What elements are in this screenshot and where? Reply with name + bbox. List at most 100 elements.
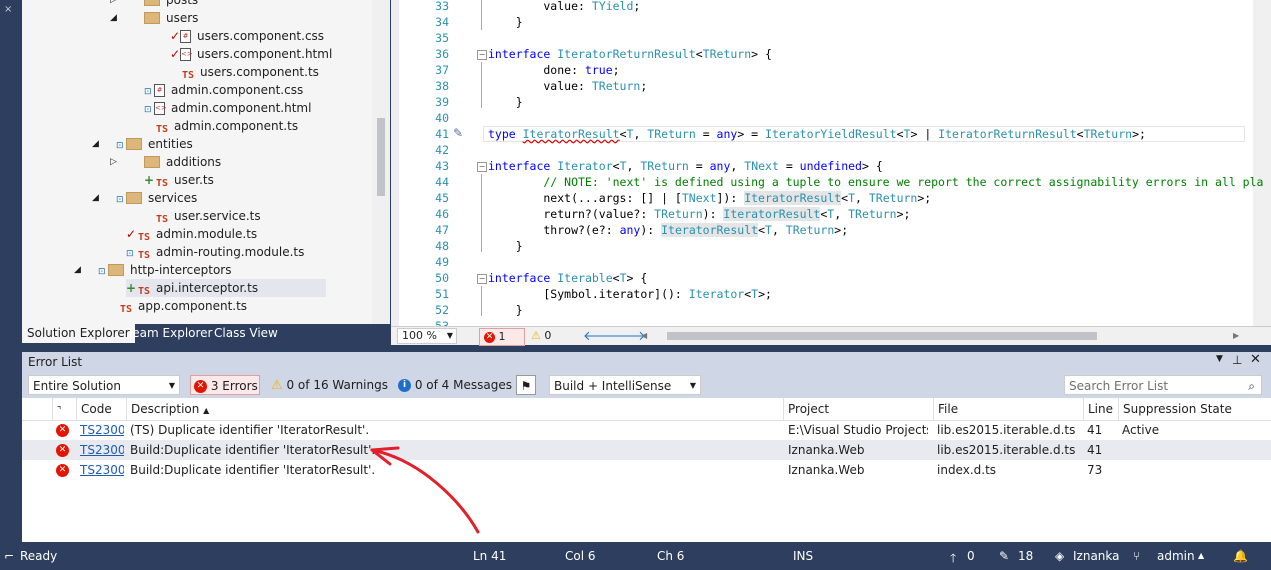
line-number[interactable]: 45 [411,190,449,206]
close-icon[interactable]: × [4,4,12,15]
typescript-file-icon[interactable]: TS [136,247,152,261]
line-number[interactable]: 44 [411,174,449,190]
tree-item[interactable]: ◢ ⊡ http-interceptors [74,261,232,281]
line-number[interactable]: 50 [411,270,449,286]
error-count-indicator[interactable]: ✕ 1 [479,328,525,346]
tree-item-label[interactable]: user.ts [174,173,214,187]
line-number[interactable]: 53 [411,318,449,326]
scope-dropdown[interactable]: Entire Solution ▼ [28,375,180,395]
lock-icon[interactable]: ⊡ [98,263,108,281]
tree-item-label[interactable]: entities [148,137,193,151]
code-editor[interactable]: 33 value: TYield; 34 } 35 36 interface Itera… [391,0,1271,326]
tree-item[interactable]: TS admin.component.ts [144,117,298,135]
solution-explorer-scrollbar[interactable] [372,0,390,324]
column-project[interactable]: Project [783,398,932,420]
tree-item[interactable]: TS app.component.ts [108,297,247,315]
tree-item-label[interactable]: admin.module.ts [156,227,257,241]
tree-item-label[interactable]: users.component.css [197,29,324,43]
tree-item[interactable]: ✓<> users.component.html [170,45,332,63]
tab-team-explorer[interactable]: Team Explorer [122,324,218,343]
warnings-filter-button[interactable]: ⚠ 0 of 16 Warnings [271,375,388,395]
line-number[interactable]: 39 [411,94,449,110]
tree-item[interactable]: ◢ ⊡ services [92,189,197,209]
line-number[interactable]: 46 [411,206,449,222]
css-file-icon[interactable]: # [180,30,191,43]
filter-toggle-icon[interactable]: ⚑ [516,375,536,395]
tree-item-label[interactable]: services [148,191,197,205]
expand-arrow-icon[interactable]: ▷ [110,153,120,171]
collapse-icon[interactable]: − [477,274,487,284]
status-up-count[interactable]: 0 [967,549,975,563]
line-number[interactable]: 40 [411,110,449,126]
column-description[interactable]: Description ▲ [126,398,781,420]
line-number[interactable]: 37 [411,62,449,78]
tree-item[interactable]: TS users.component.ts [170,63,319,81]
scroll-right-icon[interactable]: ▶ [1233,331,1239,340]
column-filter-icon[interactable]: ⌝ [52,398,77,420]
tree-item[interactable]: ⊡ TS admin-routing.module.ts [126,243,304,261]
dropdown-icon[interactable]: ▼ [1216,354,1223,364]
checked-out-icon[interactable]: ✓ [170,27,180,45]
status-repo[interactable]: Iznanka [1073,549,1120,563]
expand-arrow-icon[interactable]: ◢ [92,135,102,153]
tree-item[interactable]: ⊡ <> admin.component.html [144,99,311,117]
expand-arrow-icon[interactable]: ◢ [92,189,102,207]
code-line[interactable]: throw?(e?: any): IteratorResult<T, TRetu… [488,222,848,238]
tree-item[interactable]: ◢ users [110,9,198,27]
line-number[interactable]: 51 [411,286,449,302]
code-line[interactable]: [Symbol.iterator](): Iterator<T>; [488,286,772,302]
typescript-file-icon[interactable]: TS [154,121,170,135]
folder-icon[interactable] [144,155,160,168]
tree-item[interactable]: ⊡ # admin.component.css [144,81,303,99]
code-line[interactable]: interface Iterable<T> { [488,270,647,286]
line-number[interactable]: 34 [411,14,449,30]
code-line[interactable]: } [488,302,523,318]
line-number[interactable]: 33 [411,0,449,14]
tree-item-label[interactable]: posts [166,0,198,7]
typescript-file-icon[interactable]: TS [136,283,152,297]
tree-item-label[interactable]: users.component.ts [200,65,319,79]
code-line[interactable]: // NOTE: 'next' is defined using a tuple… [488,174,1263,190]
tree-item-label[interactable]: http-interceptors [130,263,232,277]
code-line[interactable]: type IteratorResult<T, TReturn = any> = … [488,126,1146,142]
line-number[interactable]: 47 [411,222,449,238]
scrollbar-thumb[interactable] [377,118,385,196]
column-code[interactable]: Code [76,398,127,420]
code-line[interactable]: } [488,14,523,30]
tree-item-label[interactable]: users [166,11,198,25]
tree-item[interactable]: ✓ TS admin.module.ts [126,225,257,243]
tree-item-label[interactable]: app.component.ts [138,299,247,313]
tree-item[interactable]: ✓ # users.component.css [170,27,324,45]
tree-item-label[interactable]: additions [166,155,221,169]
typescript-file-icon[interactable]: TS [154,175,170,189]
tab-solution-explorer[interactable]: Solution Explorer [22,324,135,343]
error-icon[interactable]: ✕ [56,440,69,460]
line-number[interactable]: 36 [411,46,449,62]
quick-action-icon[interactable]: ✎ [453,126,463,140]
branch-icon[interactable]: ⑂ [1133,549,1140,563]
error-row[interactable]: ✕ TS2300 Build:Duplicate identifier 'Itera… [22,460,1271,480]
tree-item-label[interactable]: admin.component.css [171,83,303,97]
checked-out-icon[interactable]: ✓ [170,45,180,63]
expand-arrow-icon[interactable]: ▷ [110,0,120,9]
line-number[interactable]: 48 [411,238,449,254]
folder-icon[interactable] [144,0,160,6]
pencil-icon[interactable]: ✎ [999,549,1009,563]
zoom-dropdown[interactable]: 100 % ▼ [397,328,457,344]
tree-item-label[interactable]: admin.component.html [171,101,311,115]
tree-item-label[interactable]: api.interceptor.ts [156,281,258,295]
html-file-icon[interactable]: <> [180,48,193,61]
editor-vertical-scrollbar[interactable] [1253,0,1271,326]
build-filter-dropdown[interactable]: Build + IntelliSense ▼ [549,375,701,395]
typescript-file-icon[interactable]: TS [154,211,170,225]
line-number[interactable]: 49 [411,254,449,270]
push-icon[interactable]: 🡑 [950,549,956,570]
scroll-left-icon[interactable]: ◀ [641,331,647,340]
lock-icon[interactable]: ⊡ [116,191,126,209]
typescript-file-icon[interactable]: TS [118,301,134,315]
messages-filter-button[interactable]: i 0 of 4 Messages [398,375,512,395]
line-number[interactable]: 42 [411,142,449,158]
line-number[interactable]: 52 [411,302,449,318]
repo-icon[interactable]: ◈ [1055,549,1064,563]
tree-item-label[interactable]: admin.component.ts [174,119,298,133]
